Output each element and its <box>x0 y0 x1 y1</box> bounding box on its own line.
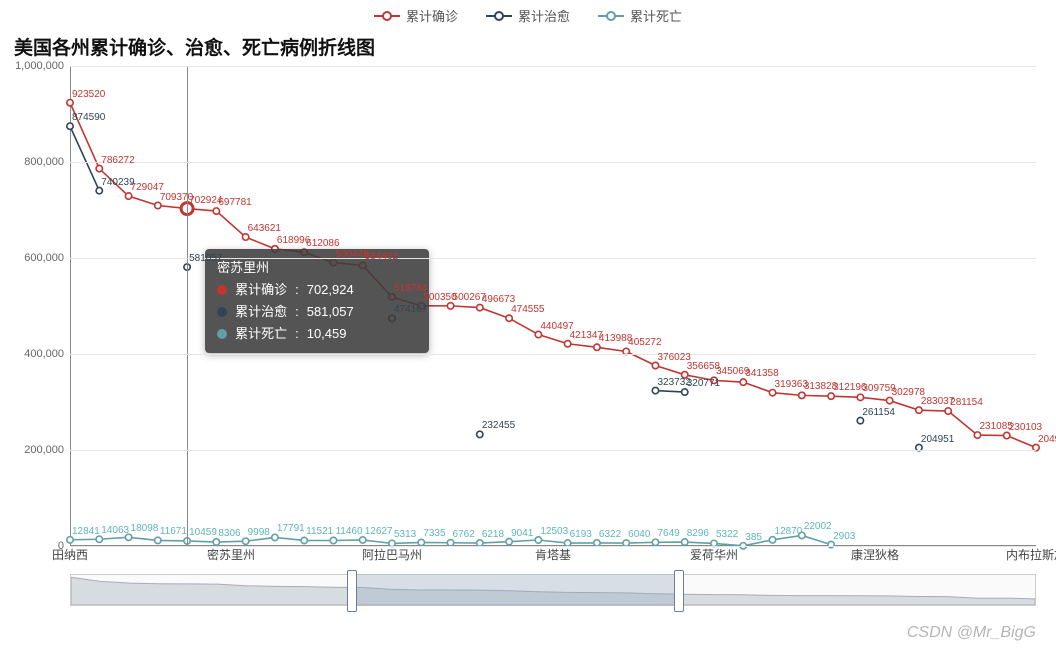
zoom-handle-left[interactable] <box>347 570 357 612</box>
crosshair-line <box>187 66 188 546</box>
zoom-selection[interactable] <box>351 574 681 606</box>
chart-container: { "title": "美国各州累计确诊、治愈、死亡病例折线图", "water… <box>0 0 1056 650</box>
legend-label: 累计治愈 <box>518 6 570 25</box>
legend-item-cured[interactable]: 累计治愈 <box>486 6 570 25</box>
y-tick: 400,000 <box>24 348 64 360</box>
dot-icon <box>217 307 227 317</box>
tooltip: 密苏里州 累计确诊: 702,924 累计治愈: 581,057 累计死亡: 1… <box>205 249 429 353</box>
legend: 累计确诊 累计治愈 累计死亡 <box>0 0 1056 25</box>
legend-label: 累计死亡 <box>630 6 682 25</box>
tooltip-title: 密苏里州 <box>217 257 417 279</box>
tooltip-row: 累计确诊: 702,924 <box>217 279 417 301</box>
x-tick: 肯塔基 <box>535 546 571 563</box>
x-axis: 田纳西密苏里州阿拉巴马州肯塔基爱荷华州康涅狄格内布拉斯加 <box>70 546 1036 568</box>
tooltip-row: 累计死亡: 10,459 <box>217 323 417 345</box>
legend-item-death[interactable]: 累计死亡 <box>598 6 682 25</box>
x-tick: 爱荷华州 <box>690 546 738 563</box>
legend-item-confirmed[interactable]: 累计确诊 <box>374 6 458 25</box>
x-tick: 田纳西 <box>52 546 88 563</box>
y-tick: 1,000,000 <box>15 60 64 72</box>
y-tick: 800,000 <box>24 156 64 168</box>
chart-title: 美国各州累计确诊、治愈、死亡病例折线图 <box>0 25 1056 66</box>
x-tick: 康涅狄格 <box>851 546 899 563</box>
watermark: CSDN @Mr_BigG <box>907 624 1036 642</box>
plot-area[interactable]: 0200,000400,000600,000800,0001,000,000 田… <box>70 66 1036 546</box>
x-tick: 阿拉巴马州 <box>362 546 422 563</box>
y-tick: 600,000 <box>24 252 64 264</box>
legend-label: 累计确诊 <box>406 6 458 25</box>
dot-icon <box>217 285 227 295</box>
legend-symbol <box>598 10 624 22</box>
y-tick: 200,000 <box>24 444 64 456</box>
data-zoom[interactable] <box>70 574 1036 606</box>
x-tick: 密苏里州 <box>207 546 255 563</box>
dot-icon <box>217 329 227 339</box>
data-label: 204951 <box>1038 434 1056 445</box>
zoom-handle-right[interactable] <box>674 570 684 612</box>
x-tick: 内布拉斯加 <box>1006 546 1056 563</box>
tooltip-row: 累计治愈: 581,057 <box>217 301 417 323</box>
legend-symbol <box>486 10 512 22</box>
y-axis: 0200,000400,000600,000800,0001,000,000 <box>10 66 70 546</box>
legend-symbol <box>374 10 400 22</box>
